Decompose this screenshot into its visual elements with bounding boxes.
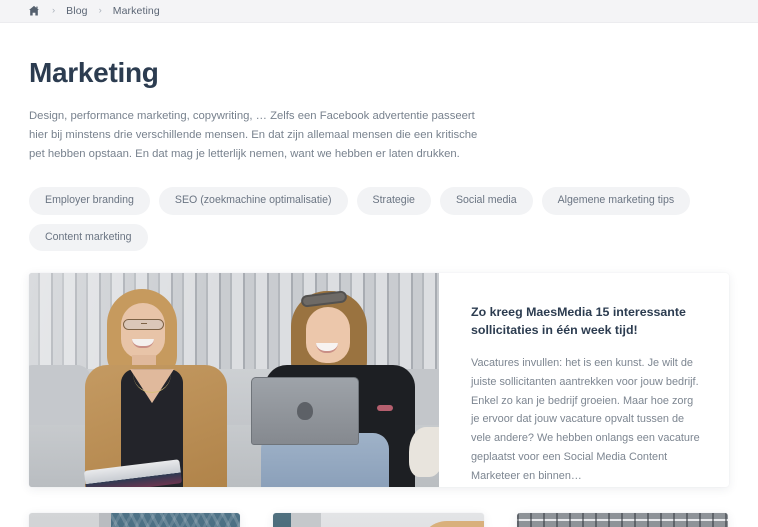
featured-article-card[interactable]: Zo kreeg MaesMedia 15 interessante solli… bbox=[29, 273, 729, 488]
article-card-2-image bbox=[273, 513, 484, 527]
thumb3-roof-structure bbox=[517, 513, 728, 527]
photo-plant bbox=[409, 427, 439, 478]
breadcrumb: › Blog › Marketing bbox=[0, 0, 758, 23]
tag-social-media[interactable]: Social media bbox=[439, 186, 533, 215]
thumb2-wall-left bbox=[273, 513, 291, 527]
article-card-3[interactable] bbox=[517, 513, 728, 527]
page-content: Marketing Design, performance marketing,… bbox=[0, 57, 758, 527]
thumb1-leaf-wallpaper bbox=[111, 513, 240, 527]
article-card-1-image bbox=[29, 513, 240, 527]
article-card-grid bbox=[29, 513, 729, 527]
breadcrumb-item-marketing: Marketing bbox=[112, 5, 160, 17]
photo-person-right-bracelet bbox=[377, 405, 393, 412]
page-intro-text: Design, performance marketing, copywriti… bbox=[29, 110, 478, 160]
breadcrumb-separator-1: › bbox=[52, 5, 56, 17]
tag-employer-branding[interactable]: Employer branding bbox=[29, 186, 150, 215]
article-card-3-image bbox=[517, 513, 728, 527]
thumb2-pillar bbox=[291, 513, 321, 527]
tag-strategie[interactable]: Strategie bbox=[356, 186, 431, 215]
featured-article-body: Zo kreeg MaesMedia 15 interessante solli… bbox=[439, 273, 729, 487]
breadcrumb-home-link[interactable] bbox=[27, 4, 41, 18]
featured-article-title: Zo kreeg MaesMedia 15 interessante solli… bbox=[471, 305, 686, 338]
tag-filter-row: Employer branding SEO (zoekmachine optim… bbox=[29, 186, 729, 252]
article-card-2[interactable] bbox=[273, 513, 484, 527]
photo-laptop bbox=[251, 377, 359, 446]
page-title: Marketing bbox=[29, 57, 159, 88]
home-icon bbox=[28, 5, 40, 17]
breadcrumb-separator-2: › bbox=[98, 5, 102, 17]
tag-content-marketing[interactable]: Content marketing bbox=[29, 223, 148, 252]
tag-algemene-marketing-tips[interactable]: Algemene marketing tips bbox=[541, 186, 691, 215]
thumb1-wall-left bbox=[29, 513, 99, 527]
article-card-1[interactable] bbox=[29, 513, 240, 527]
tag-seo[interactable]: SEO (zoekmachine optimalisatie) bbox=[158, 186, 348, 215]
featured-article-image bbox=[29, 273, 439, 488]
thumb1-door-frame bbox=[99, 513, 111, 527]
breadcrumb-item-blog[interactable]: Blog bbox=[66, 5, 87, 17]
photo-person-left-face bbox=[121, 303, 165, 360]
photo-person-right-face bbox=[306, 307, 350, 364]
featured-article-excerpt: Vacatures invullen: het is een kunst. Je… bbox=[471, 357, 700, 482]
photo-person-left-glasses bbox=[123, 319, 164, 331]
